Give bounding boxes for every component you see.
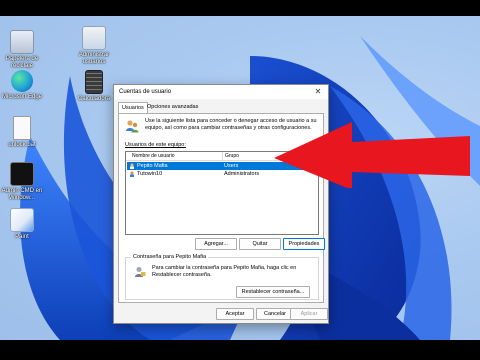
dialog-title: Cuentas de usuario (119, 89, 172, 95)
desktop-icon-label: Administrar usuarios (78, 52, 110, 65)
recycle-bin-icon (10, 30, 34, 54)
desktop-icon-calculator[interactable]: Calculadora (72, 70, 116, 103)
desktop-icon-label: Admin CMD en Window... (1, 188, 43, 201)
desktop-icon-label: unlock.bat (8, 142, 36, 148)
column-header-group[interactable]: Grupo (222, 152, 239, 160)
password-group-text: Para cambiar la contraseña para Pepito M… (152, 265, 297, 278)
password-group-legend: Contraseña para Pepito Mafia (131, 254, 209, 260)
desktop-icon-label: Paint (15, 234, 29, 240)
desktop-icon-unlock-bat[interactable]: unlock.bat (0, 116, 44, 149)
user-password-icon (135, 267, 146, 277)
edge-icon (11, 70, 33, 92)
remove-user-button[interactable]: Quitar (239, 238, 281, 250)
tab-advanced-options[interactable]: Opciones avanzadas (144, 102, 206, 112)
user-icon (130, 163, 134, 169)
close-icon[interactable]: ✕ (312, 87, 324, 97)
ok-button[interactable]: Aceptar (216, 308, 254, 320)
console-icon (10, 162, 34, 186)
red-arrow-annotation (274, 122, 470, 188)
properties-button[interactable]: Propiedades (283, 238, 325, 250)
shortcut-icon (82, 26, 106, 50)
users-icon (126, 120, 139, 133)
paint-icon (10, 208, 34, 232)
desktop-icon-label: Microsoft Edge (1, 94, 43, 100)
desktop-icon-paint[interactable]: Paint (0, 208, 44, 241)
desktop-icon-recycle-bin[interactable]: Papelera de reciclaje (0, 30, 44, 70)
cancel-button[interactable]: Cancelar (256, 308, 294, 320)
desktop-icon-label: Papelera de reciclaje (5, 56, 39, 69)
user-group: Administrators (224, 171, 260, 177)
user-accounts-dialog: Cuentas de usuario ✕ Usuarios Opciones a… (113, 84, 329, 324)
letterbox-top (0, 0, 480, 16)
user-name: Tutowin10 (137, 171, 163, 177)
apply-button[interactable]: Aplicar (290, 308, 328, 320)
dialog-titlebar[interactable]: Cuentas de usuario ✕ (114, 85, 328, 99)
password-group: Contraseña para Pepito Mafia Para cambia… (125, 254, 319, 300)
add-user-button[interactable]: Agregar... (195, 238, 237, 250)
document-icon (13, 116, 31, 140)
reset-password-button[interactable]: Restablecer contraseña... (236, 286, 310, 298)
user-group: Users (224, 163, 239, 169)
desktop-icon-admin-users[interactable]: Administrar usuarios (72, 26, 116, 66)
column-header-username[interactable]: Nombre de usuario (132, 152, 175, 160)
calculator-icon (85, 70, 103, 94)
letterbox-bottom (0, 340, 480, 360)
users-list-label: Usuarios de este equipo: (125, 142, 186, 148)
desktop-icon-admin-cmd[interactable]: Admin CMD en Window... (0, 162, 44, 202)
user-name: Pepito Mafia (137, 163, 168, 169)
desktop-icon-label: Calculadora (77, 96, 111, 102)
user-icon (130, 171, 134, 177)
desktop-icon-edge[interactable]: Microsoft Edge (0, 70, 44, 101)
